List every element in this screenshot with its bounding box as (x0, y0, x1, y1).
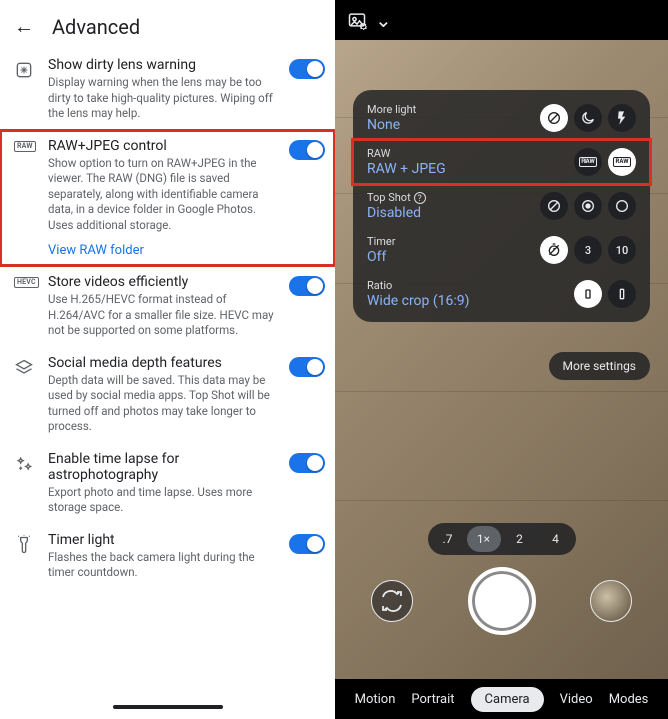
gesture-bar[interactable] (113, 705, 223, 709)
mode-video[interactable]: Video (560, 692, 593, 707)
settings-list: Show dirty lens warning Display warning … (0, 43, 335, 701)
shutter-row (335, 567, 668, 635)
qs-label: Top Shot? (367, 191, 532, 204)
setting-desc: Export photo and time lapse. Uses more s… (48, 485, 275, 516)
settings-panel: ← Advanced Show dirty lens warning Displ… (0, 0, 335, 719)
setting-raw-jpeg[interactable]: RAW RAW+JPEG control Show option to turn… (0, 130, 335, 267)
setting-timer-light[interactable]: Timer light Flashes the back camera ligh… (0, 524, 335, 589)
timer-10-icon[interactable]: 10 (608, 236, 636, 264)
qs-timer: Timer Off 3 10 (353, 228, 650, 272)
qs-value: Wide crop (16:9) (367, 293, 566, 309)
mode-camera[interactable]: Camera (471, 687, 544, 712)
view-raw-folder-link[interactable]: View RAW folder (48, 243, 144, 258)
more-settings-chip[interactable]: More settings (549, 352, 651, 380)
image-settings-icon[interactable] (347, 10, 367, 30)
camera-viewfinder: More light None RAW RAW + JPEG R̸AW RAW (335, 40, 668, 679)
qs-top-shot: Top Shot? Disabled (353, 184, 650, 228)
setting-title: Enable time lapse for astrophotography (48, 451, 275, 483)
setting-title: RAW+JPEG control (48, 138, 275, 154)
none-icon[interactable] (540, 104, 568, 132)
page-title: Advanced (52, 15, 140, 39)
setting-title: Social media depth features (48, 355, 275, 371)
ratio-4-3-icon[interactable] (574, 280, 602, 308)
qs-value: Disabled (367, 205, 532, 221)
chevron-down-icon[interactable]: ⌄ (375, 8, 392, 32)
jpeg-only-icon[interactable]: R̸AW (574, 148, 602, 176)
setting-astro[interactable]: Enable time lapse for astrophotography E… (0, 443, 335, 524)
shutter-button[interactable] (468, 567, 536, 635)
switch-camera-button[interactable] (371, 580, 413, 622)
modes-bar: Motion Portrait Camera Video Modes (335, 679, 668, 719)
qs-label: RAW (367, 147, 566, 160)
setting-desc: Depth data will be saved. This data may … (48, 373, 275, 435)
toggle-switch[interactable] (289, 534, 325, 554)
settings-header: ← Advanced (0, 0, 335, 43)
sparkle-icon (14, 57, 34, 122)
topshot-on-icon[interactable] (608, 192, 636, 220)
toggle-switch[interactable] (289, 59, 325, 79)
flash-icon[interactable] (608, 104, 636, 132)
camera-topbar: ⌄ (335, 0, 668, 40)
setting-title: Timer light (48, 532, 275, 548)
mode-portrait[interactable]: Portrait (411, 692, 454, 707)
camera-app: ⌄ More light None RAW RA (335, 0, 668, 719)
qs-value: Off (367, 249, 532, 265)
raw-jpeg-icon[interactable]: RAW (608, 148, 636, 176)
gallery-thumbnail[interactable] (590, 580, 632, 622)
qs-label: Ratio (367, 279, 566, 292)
setting-desc: Flashes the back camera light during the… (48, 550, 275, 581)
toggle-switch[interactable] (289, 276, 325, 296)
ratio-16-9-icon[interactable] (608, 280, 636, 308)
setting-title: Store videos efficiently (48, 274, 275, 290)
setting-dirty-lens[interactable]: Show dirty lens warning Display warning … (0, 49, 335, 130)
night-sight-icon[interactable] (574, 104, 602, 132)
setting-store-videos[interactable]: HEVC Store videos efficiently Use H.265/… (0, 266, 335, 347)
qs-more-light: More light None (353, 96, 650, 140)
flashlight-icon (14, 532, 34, 581)
zoom-1x[interactable]: 1× (467, 526, 501, 552)
setting-desc: Use H.265/HEVC format instead of H.264/A… (48, 292, 275, 339)
timer-3-icon[interactable]: 3 (574, 236, 602, 264)
toggle-switch[interactable] (289, 453, 325, 473)
topshot-auto-icon[interactable] (574, 192, 602, 220)
qs-raw: RAW RAW + JPEG R̸AW RAW (353, 140, 650, 184)
qs-ratio: Ratio Wide crop (16:9) (353, 272, 650, 316)
toggle-switch[interactable] (289, 140, 325, 160)
sparkles-plus-icon (14, 451, 34, 516)
raw-tag-icon: RAW (14, 138, 34, 259)
setting-depth[interactable]: Social media depth features Depth data w… (0, 347, 335, 443)
zoom-2[interactable]: 2 (503, 526, 537, 552)
zoom-4[interactable]: 4 (539, 526, 573, 552)
qs-value: RAW + JPEG (367, 161, 566, 177)
qs-label: Timer (367, 235, 532, 248)
topshot-off-icon[interactable] (540, 192, 568, 220)
mode-modes[interactable]: Modes (609, 692, 649, 707)
layers-icon (14, 355, 34, 435)
zoom-0-7[interactable]: .7 (431, 526, 465, 552)
qs-value: None (367, 117, 532, 133)
mode-motion[interactable]: Motion (355, 692, 396, 707)
toggle-switch[interactable] (289, 357, 325, 377)
setting-desc: Display warning when the lens may be too… (48, 75, 275, 122)
timer-off-icon[interactable] (540, 236, 568, 264)
zoom-selector: .7 1× 2 4 (428, 523, 576, 555)
setting-desc: Show option to turn on RAW+JPEG in the v… (48, 156, 275, 234)
quick-settings-panel: More light None RAW RAW + JPEG R̸AW RAW (353, 90, 650, 322)
qs-label: More light (367, 103, 532, 116)
back-icon[interactable]: ← (14, 14, 34, 39)
help-icon[interactable]: ? (414, 192, 426, 204)
hevc-tag-icon: HEVC (14, 274, 34, 339)
setting-title: Show dirty lens warning (48, 57, 275, 73)
